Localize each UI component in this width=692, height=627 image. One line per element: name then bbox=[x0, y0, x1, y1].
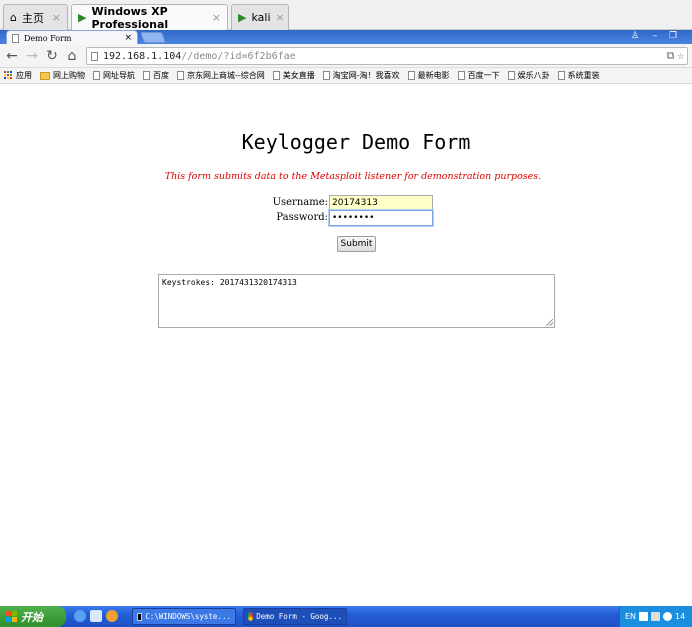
system-tray: EN 14 bbox=[619, 606, 692, 627]
translate-icon[interactable]: ⧉ bbox=[667, 49, 675, 63]
back-arrow-icon[interactable]: ← bbox=[3, 47, 21, 65]
submit-button[interactable]: Submit bbox=[337, 236, 376, 252]
vm-tab-home[interactable]: ⌂ 主页 × bbox=[3, 4, 68, 30]
bookmark-item[interactable]: 最新电影 bbox=[407, 70, 450, 81]
bookmark-label: 百度 bbox=[153, 71, 169, 80]
restore-icon[interactable]: ❐ bbox=[664, 30, 682, 42]
bookmark-item[interactable]: 娱乐八卦 bbox=[507, 70, 550, 81]
taskbar-item-cmd[interactable]: C:\WINDOWS\syste... bbox=[132, 608, 236, 625]
reload-icon[interactable]: ↻ bbox=[43, 47, 61, 65]
apps-icon bbox=[4, 71, 13, 80]
page-content: Keylogger Demo Form This form submits da… bbox=[0, 85, 692, 606]
bookmark-item[interactable]: 网上购物 bbox=[40, 70, 85, 81]
taskbar-item-chrome[interactable]: Demo Form - Goog... bbox=[243, 608, 347, 625]
page-icon bbox=[507, 71, 515, 80]
firefox-icon[interactable] bbox=[106, 610, 118, 622]
password-label: Password: bbox=[276, 212, 328, 223]
user-icon[interactable]: ♙ bbox=[626, 30, 644, 42]
keystrokes-textarea[interactable]: Keystrokes: 2017431320174313 bbox=[158, 274, 555, 328]
keystrokes-label: Keystrokes: bbox=[162, 278, 215, 287]
vm-play-icon: ▶ bbox=[78, 11, 87, 24]
close-icon[interactable]: × bbox=[212, 11, 221, 24]
page-icon bbox=[91, 51, 98, 61]
help-icon[interactable] bbox=[639, 612, 649, 621]
vm-play-icon: ▶ bbox=[238, 11, 247, 24]
bookmark-label: 百度一下 bbox=[467, 71, 500, 80]
taskbar-item-label: C:\WINDOWS\syste... bbox=[145, 612, 231, 621]
bookmark-label: 最新电影 bbox=[417, 71, 450, 80]
username-label: Username: bbox=[272, 197, 328, 208]
security-icon[interactable] bbox=[663, 612, 673, 621]
page-icon bbox=[12, 33, 19, 43]
page-subtitle: This form submits data to the Metasploit… bbox=[164, 171, 542, 182]
ie-icon[interactable] bbox=[74, 610, 86, 622]
vm-tab-strip: ⌂ 主页 × ▶ Windows XP Professional × ▶ kal… bbox=[0, 0, 692, 31]
vm-tab-winxp[interactable]: ▶ Windows XP Professional × bbox=[71, 4, 228, 31]
browser-toolbar: ← → ↻ ⌂ 192.168.1.104 //demo/?id=6f2b6fa… bbox=[0, 44, 692, 68]
bookmark-item[interactable]: 京东网上商城--综合网 bbox=[177, 70, 265, 81]
keystrokes-value: 2017431320174313 bbox=[219, 278, 297, 287]
bookmark-label: 系统重装 bbox=[567, 71, 600, 80]
browser-tab-title: Demo Form bbox=[24, 33, 72, 43]
page-icon bbox=[143, 71, 150, 80]
bookmark-label: 淘宝网-淘！我喜欢 bbox=[332, 71, 400, 80]
password-input[interactable]: •••••••• bbox=[329, 210, 433, 226]
url-path: //demo/?id=6f2b6fae bbox=[181, 50, 296, 62]
username-input[interactable]: 20174313 bbox=[329, 195, 433, 211]
bookmark-label: 网址导航 bbox=[103, 71, 135, 80]
bookmark-item[interactable]: 淘宝网-淘！我喜欢 bbox=[322, 70, 400, 81]
close-icon[interactable]: × bbox=[52, 11, 61, 24]
page-icon bbox=[322, 71, 330, 80]
bookmark-label: 娱乐八卦 bbox=[517, 71, 550, 80]
bookmark-label: 美女直播 bbox=[282, 71, 315, 80]
page-icon bbox=[557, 71, 565, 80]
vm-tab-kali[interactable]: ▶ kali × bbox=[231, 4, 289, 30]
clock: 14 bbox=[675, 612, 686, 621]
windows-flag-icon bbox=[6, 611, 17, 622]
folder-icon bbox=[40, 71, 50, 80]
chrome-icon bbox=[248, 612, 254, 621]
show-desktop-icon[interactable] bbox=[90, 610, 102, 622]
minimize-icon[interactable]: – bbox=[646, 30, 664, 42]
cmd-icon bbox=[137, 612, 143, 621]
page-title: Keylogger Demo Form bbox=[241, 130, 471, 154]
taskbar: 开始 C:\WINDOWS\syste... Demo Form - Goog.… bbox=[0, 606, 692, 627]
start-button[interactable]: 开始 bbox=[0, 606, 66, 627]
bookmark-label: 应用 bbox=[16, 71, 32, 80]
home-icon[interactable]: ⌂ bbox=[63, 47, 81, 65]
vm-tab-label: kali bbox=[251, 11, 271, 24]
address-bar[interactable]: 192.168.1.104 //demo/?id=6f2b6fae ⧉ ☆ bbox=[86, 47, 688, 65]
new-tab-button[interactable] bbox=[139, 32, 167, 43]
bookmark-apps[interactable]: 应用 bbox=[4, 70, 32, 81]
bookmark-item[interactable]: 百度 bbox=[143, 70, 169, 81]
bookmark-item[interactable]: 美女直播 bbox=[272, 70, 315, 81]
page-icon bbox=[272, 71, 280, 80]
page-icon bbox=[93, 71, 100, 80]
resize-grip-icon[interactable] bbox=[546, 319, 553, 326]
bookmarks-bar: 应用 网上购物 网址导航 百度 京东网上商城--综合网 美女直播 淘宝网-淘！我… bbox=[0, 68, 692, 84]
bookmark-label: 网上购物 bbox=[53, 71, 85, 80]
star-icon[interactable]: ☆ bbox=[677, 49, 684, 63]
forward-arrow-icon[interactable]: → bbox=[23, 47, 41, 65]
browser-tab[interactable]: Demo Form × bbox=[6, 30, 138, 45]
bookmark-label: 京东网上商城--综合网 bbox=[187, 71, 265, 80]
quick-launch bbox=[74, 610, 118, 622]
page-icon bbox=[177, 71, 184, 80]
bookmark-item[interactable]: 系统重装 bbox=[557, 70, 600, 81]
home-icon: ⌂ bbox=[10, 11, 17, 24]
bookmark-item[interactable]: 网址导航 bbox=[93, 70, 135, 81]
close-icon[interactable]: × bbox=[276, 11, 285, 24]
network-icon[interactable] bbox=[651, 612, 661, 621]
bookmark-item[interactable]: 百度一下 bbox=[457, 70, 500, 81]
language-indicator[interactable]: EN bbox=[625, 612, 636, 621]
vm-tab-label: Windows XP Professional bbox=[91, 4, 169, 31]
taskbar-item-label: Demo Form - Goog... bbox=[256, 612, 342, 621]
vm-tab-label: 主页 bbox=[21, 11, 44, 25]
page-icon bbox=[407, 71, 415, 80]
start-label: 开始 bbox=[21, 610, 43, 624]
close-tab-icon[interactable]: × bbox=[124, 33, 132, 43]
page-icon bbox=[457, 71, 465, 80]
url-host: 192.168.1.104 bbox=[103, 50, 182, 62]
